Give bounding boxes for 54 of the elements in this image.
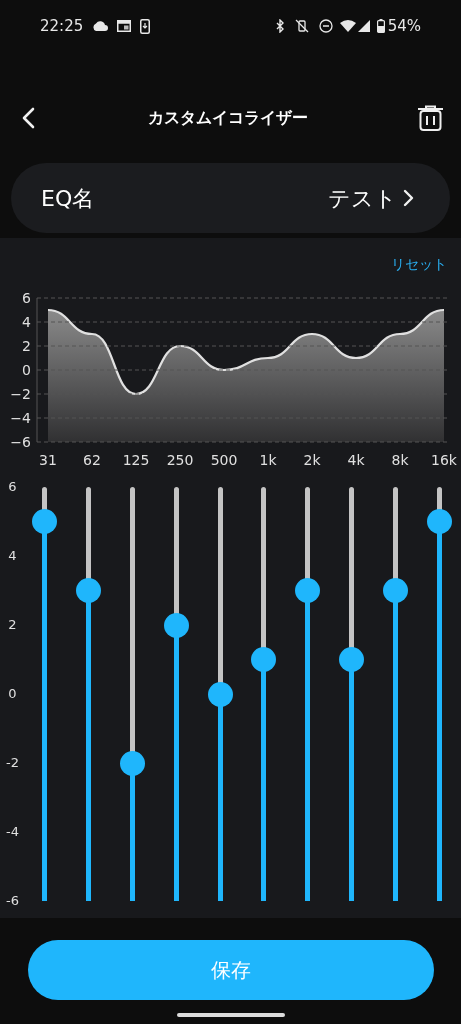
trash-icon xyxy=(416,105,444,131)
chevron-right-icon xyxy=(403,189,414,207)
y-axis-label: 4 xyxy=(22,314,31,330)
x-axis-label: 1k xyxy=(259,452,277,468)
y-axis-label: −4 xyxy=(10,410,31,426)
reset-link[interactable]: リセット xyxy=(391,256,447,272)
slider-thumb[interactable] xyxy=(76,578,102,603)
eq-name-value: テスト xyxy=(328,184,397,213)
slider-thumb[interactable] xyxy=(251,647,277,672)
x-axis-label: 500 xyxy=(210,452,238,468)
slider-thumb[interactable] xyxy=(32,509,58,534)
slider-thumb[interactable] xyxy=(207,681,233,707)
y-axis-label: −6 xyxy=(10,434,31,450)
slider-scale-label: 4 xyxy=(7,549,17,563)
slider-scale-label: -2 xyxy=(4,756,19,770)
x-axis-label: 250 xyxy=(166,452,194,468)
slider-thumb[interactable] xyxy=(163,612,189,638)
y-axis-label: −2 xyxy=(10,386,31,402)
phone-download-icon xyxy=(140,18,151,34)
x-axis-label: 2k xyxy=(303,452,321,468)
vibrate-off-icon xyxy=(294,19,309,33)
slider-scale-label: -4 xyxy=(4,825,19,839)
slider-thumb[interactable] xyxy=(339,647,364,672)
wifi-icon xyxy=(339,20,356,32)
battery-percent: 54% xyxy=(387,15,421,37)
signal-icon xyxy=(357,20,370,32)
cloud-icon xyxy=(92,21,109,31)
slider-scale-label: 6 xyxy=(7,480,17,494)
status-time: 22:25 xyxy=(40,15,84,37)
x-axis-label: 125 xyxy=(122,452,150,468)
slider-thumb[interactable] xyxy=(382,578,408,603)
page-title: カスタムイコライザー xyxy=(147,107,308,129)
eq-name-label: EQ名 xyxy=(41,184,95,213)
y-axis-label: 6 xyxy=(22,291,31,306)
y-axis-label: 0 xyxy=(22,362,31,378)
bluetooth-icon xyxy=(274,19,285,33)
slider-thumb[interactable] xyxy=(119,750,145,776)
delete-button[interactable] xyxy=(416,104,444,132)
x-axis-label: 4k xyxy=(347,452,365,468)
y-axis-label: 2 xyxy=(22,338,31,354)
slider-thumb[interactable] xyxy=(426,509,452,534)
x-axis-label: 8k xyxy=(391,452,409,468)
slider-scale-label: -6 xyxy=(4,894,19,908)
slider-scale-label: 2 xyxy=(7,618,17,632)
calendar-icon xyxy=(117,20,132,32)
battery-icon xyxy=(376,19,385,33)
slider-scale-label: 0 xyxy=(7,687,17,701)
x-axis-label: 62 xyxy=(83,452,101,468)
do-not-disturb-icon xyxy=(318,19,333,33)
back-icon xyxy=(21,107,35,129)
slider-thumb[interactable] xyxy=(295,578,321,603)
x-axis-label: 16k xyxy=(431,452,457,468)
eq-name-row[interactable]: EQ名 テスト xyxy=(11,163,450,233)
x-axis-label: 31 xyxy=(39,452,57,468)
